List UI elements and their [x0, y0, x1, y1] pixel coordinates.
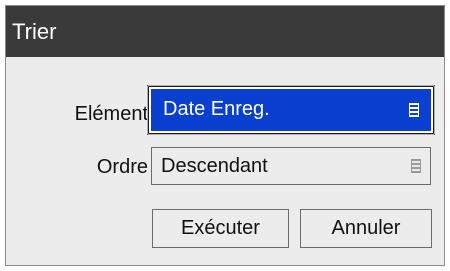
list-menu-icon	[411, 159, 421, 173]
ordre-select[interactable]: Descendant	[151, 147, 431, 185]
element-select[interactable]: Date Enreg.	[147, 85, 435, 135]
ordre-label: Ordre	[96, 156, 148, 178]
element-label: Elément	[74, 103, 148, 125]
cancel-button[interactable]: Annuler	[300, 209, 432, 248]
execute-button[interactable]: Exécuter	[152, 209, 289, 248]
list-menu-icon	[409, 103, 419, 117]
ordre-select-value: Descendant	[161, 155, 268, 177]
sort-dialog: Trier Elément Date Enreg. Ordre Descenda…	[5, 5, 445, 266]
element-select-value: Date Enreg.	[163, 98, 270, 120]
dialog-title: Trier	[6, 6, 444, 57]
